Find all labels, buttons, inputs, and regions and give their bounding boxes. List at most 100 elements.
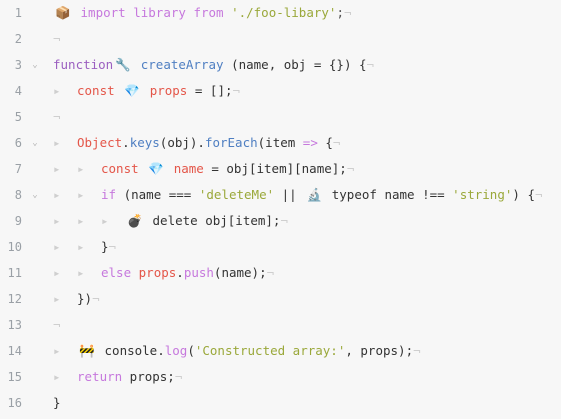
indent-marker: ▸ xyxy=(53,161,61,176)
end-of-line-marker: ¬ xyxy=(53,317,61,332)
code-token: console. xyxy=(97,343,165,358)
code-line[interactable]: 2 ¬ xyxy=(0,26,561,52)
end-of-line-marker: ¬ xyxy=(280,213,288,228)
code-line[interactable]: 15 ▸ return props;¬ xyxy=(0,364,561,390)
code-line[interactable]: 5 ¬ xyxy=(0,104,561,130)
code-content: ▸ ▸ else props.push(name);¬ xyxy=(53,260,274,286)
indent-marker: ▸ xyxy=(77,239,85,254)
code-token: . xyxy=(122,135,130,150)
indent-marker: ▸ xyxy=(53,343,61,358)
end-of-line-marker: ¬ xyxy=(174,369,183,384)
code-token: 'Constructed array:' xyxy=(194,343,346,358)
code-token: } xyxy=(101,239,109,254)
indent-marker: ▸ xyxy=(101,213,109,228)
code-token: . xyxy=(176,265,184,280)
code-content: ¬ xyxy=(53,104,61,130)
line-number: 12 xyxy=(7,292,22,306)
line-number: 11 xyxy=(7,266,22,280)
line-number: 4 xyxy=(14,84,22,98)
bomb-icon: 💣 xyxy=(127,213,143,228)
code-line[interactable]: 3 ⌄ function 🔧 createArray (name, obj = {})… xyxy=(0,52,561,78)
code-token: = []; xyxy=(187,83,233,98)
code-token: from xyxy=(193,5,224,20)
indent-marker: ▸ xyxy=(53,187,61,202)
indent-marker: ▸ xyxy=(53,135,61,150)
end-of-line-marker: ¬ xyxy=(266,265,275,280)
line-number: 1 xyxy=(14,6,22,20)
indent-marker: ▸ xyxy=(77,213,85,228)
code-token: }) xyxy=(77,291,93,306)
microscope-icon: 🔬 xyxy=(306,187,323,202)
gem-icon: 💎 xyxy=(124,83,140,98)
code-content: ▸})¬ xyxy=(53,286,100,312)
line-number: 6 xyxy=(14,136,22,150)
end-of-line-marker: ¬ xyxy=(343,5,352,20)
code-token: name xyxy=(173,161,204,176)
code-token: keys xyxy=(129,135,160,150)
code-line[interactable]: 7 ▸ ▸ const 💎 name = obj[item][name];¬ xyxy=(0,156,561,182)
indent-marker: ▸ xyxy=(77,265,85,280)
line-number: 2 xyxy=(14,32,22,46)
end-of-line-marker: ¬ xyxy=(413,343,421,358)
line-number: 16 xyxy=(7,396,22,410)
code-content: ▸ ▸}¬ xyxy=(53,234,116,260)
code-token: props xyxy=(138,265,177,280)
code-line[interactable]: 9 ▸ ▸ ▸ 💣 delete obj[item];¬ xyxy=(0,208,561,234)
code-content: } xyxy=(53,390,61,416)
code-line[interactable]: 14 ▸ 🚧 console.log('Constructed array:', p… xyxy=(0,338,561,364)
line-number: 5 xyxy=(14,110,22,124)
code-token: = obj[item][name]; xyxy=(203,161,347,176)
code-token: log xyxy=(164,343,188,358)
fold-chevron-icon[interactable]: ⌄ xyxy=(30,182,40,208)
fold-chevron-icon[interactable]: ⌄ xyxy=(30,52,40,78)
code-token: Object xyxy=(77,135,123,150)
code-line[interactable]: 6 ⌄ ▸ Object.keys(obj).forEach(item => {¬ xyxy=(0,130,561,156)
code-token: import xyxy=(80,5,126,20)
end-of-line-marker: ¬ xyxy=(53,109,61,124)
line-number: 10 xyxy=(7,240,22,254)
fold-chevron-icon[interactable]: ⌄ xyxy=(30,130,40,156)
code-token: props; xyxy=(122,369,175,384)
code-token: const xyxy=(77,83,115,98)
code-token: return xyxy=(77,369,123,384)
code-token: delete obj[item]; xyxy=(145,213,281,228)
code-content: 📦 import library from './foo-libary';¬ xyxy=(53,0,352,26)
code-content: ▸ ▸ ▸ 💣 delete obj[item];¬ xyxy=(53,208,288,234)
code-token: library xyxy=(133,5,186,20)
code-line[interactable]: 16} xyxy=(0,390,561,416)
code-line[interactable]: 10 ▸ ▸}¬ xyxy=(0,234,561,260)
code-token: (name === xyxy=(116,187,199,202)
code-token: 'deleteMe' xyxy=(198,187,275,202)
code-token: const xyxy=(101,161,139,176)
line-number: 8 xyxy=(14,188,22,202)
code-token: , props); xyxy=(345,343,414,358)
code-token: push xyxy=(183,265,214,280)
code-token: createArray xyxy=(140,57,224,72)
code-content: function 🔧 createArray (name, obj = {}) {… xyxy=(53,52,374,78)
construction-icon: 🚧 xyxy=(79,343,95,358)
code-line[interactable]: 1 📦 import library from './foo-libary';¬ xyxy=(0,0,561,26)
code-line[interactable]: 13 ¬ xyxy=(0,312,561,338)
code-token: forEach xyxy=(204,135,258,150)
code-line[interactable]: 11 ▸ ▸ else props.push(name);¬ xyxy=(0,260,561,286)
code-token: } xyxy=(53,395,61,410)
line-number: 7 xyxy=(14,162,22,176)
code-editor[interactable]: 1 📦 import library from './foo-libary';¬ 2… xyxy=(0,0,561,419)
indent-marker: ▸ xyxy=(53,213,61,228)
code-line[interactable]: 4 ▸ const 💎 props = [];¬ xyxy=(0,78,561,104)
indent-marker: ▸ xyxy=(53,83,61,98)
code-token: props xyxy=(149,83,188,98)
code-line[interactable]: 8 ⌄ ▸ ▸ if (name === 'deleteMe' || 🔬 typeof … xyxy=(0,182,561,208)
code-line[interactable]: 12 ▸})¬ xyxy=(0,286,561,312)
code-content: ▸ ▸ const 💎 name = obj[item][name];¬ xyxy=(53,156,354,182)
end-of-line-marker: ¬ xyxy=(232,83,241,98)
code-token: ; xyxy=(336,5,344,20)
gem-icon: 💎 xyxy=(148,161,164,176)
indent-marker: ▸ xyxy=(53,239,61,254)
code-token: if xyxy=(101,187,117,202)
code-token: (obj). xyxy=(159,135,205,150)
line-number: 3 xyxy=(14,58,22,72)
end-of-line-marker: ¬ xyxy=(346,161,355,176)
